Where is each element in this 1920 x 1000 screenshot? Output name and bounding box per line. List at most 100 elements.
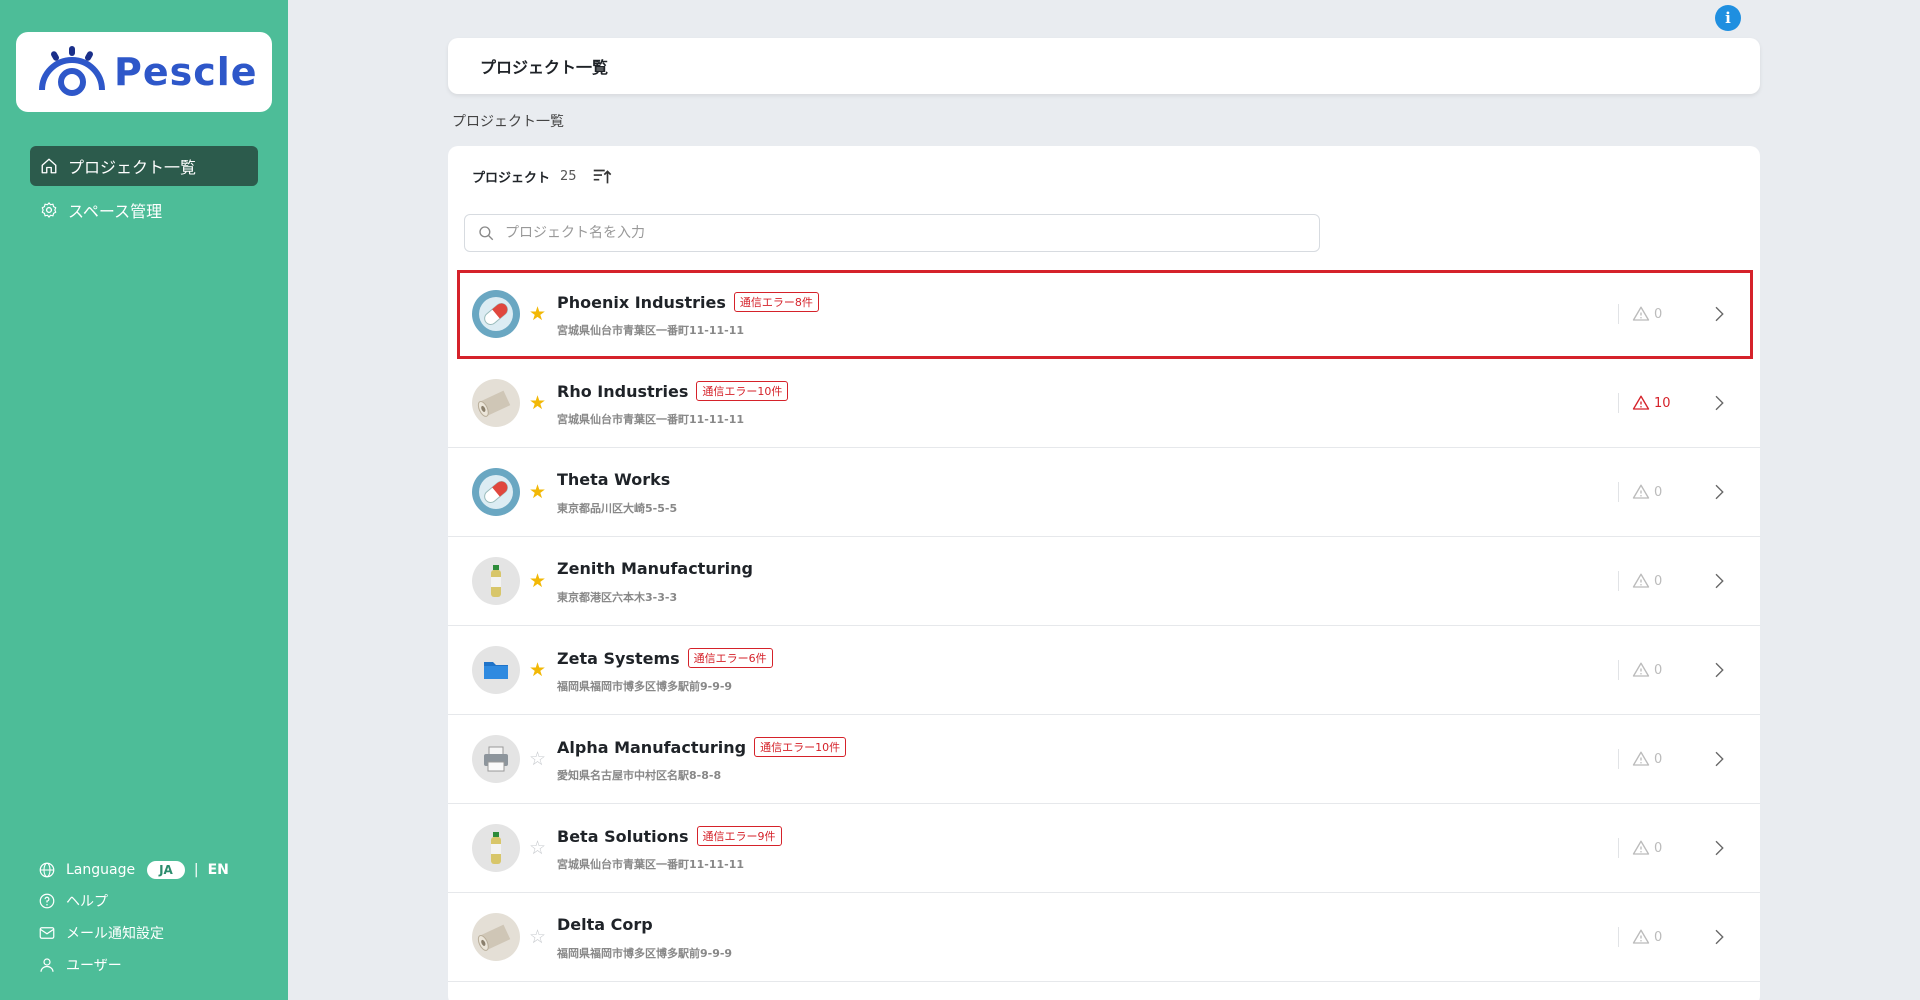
divider (1618, 927, 1619, 947)
lang-separator: | (193, 862, 199, 878)
chevron-right-icon[interactable] (1710, 661, 1728, 679)
nav-item-label: スペース管理 (68, 202, 163, 221)
project-address: 福岡県福岡市博多区博多駅前9-9-9 (557, 680, 733, 693)
pill-icon (472, 290, 520, 338)
project-name: Rho Industries (557, 381, 689, 401)
search-input[interactable] (505, 225, 1319, 241)
roll-icon (472, 379, 520, 427)
favorite-star-icon[interactable]: ★ (529, 392, 546, 414)
alert-count-value: 0 (1654, 840, 1663, 856)
project-address: 宮城県仙台市青葉区一番町11-11-11 (557, 413, 745, 426)
project-address: 宮城県仙台市青葉区一番町11-11-11 (557, 858, 745, 871)
alert-count: 0 (1632, 661, 1692, 679)
row-title: Delta Corp (557, 915, 653, 934)
project-row[interactable]: ★ Phoenix Industries 通信エラー8件 宮城県仙台市青葉区一番… (457, 270, 1753, 359)
project-list-card: プロジェクト 25 ★ Phoenix Industries 通信エラー8件 宮… (448, 146, 1760, 1000)
alert-count: 0 (1632, 483, 1692, 501)
chevron-right-icon[interactable] (1710, 483, 1728, 501)
chevron-right-icon[interactable] (1710, 305, 1728, 323)
project-name: Beta Solutions (557, 826, 689, 846)
globe-icon (39, 862, 55, 878)
project-row[interactable]: ★ Zenith Manufacturing 東京都港区六本木3-3-3 0 (448, 537, 1760, 626)
project-rows: ★ Phoenix Industries 通信エラー8件 宮城県仙台市青葉区一番… (448, 270, 1760, 982)
warning-icon (1632, 929, 1650, 944)
alert-count-value: 0 (1654, 751, 1663, 767)
sort-icon[interactable] (591, 165, 613, 187)
help-link[interactable]: ヘルプ (38, 890, 108, 912)
favorite-star-icon[interactable]: ★ (529, 570, 546, 592)
row-title: Theta Works (557, 470, 670, 489)
divider (1618, 749, 1619, 769)
printer-icon (472, 735, 520, 783)
breadcrumb: プロジェクト一覧 (452, 114, 564, 130)
bottle-icon (472, 557, 520, 605)
project-address: 愛知県名古屋市中村区名駅8-8-8 (557, 769, 722, 782)
info-button[interactable]: i (1715, 5, 1741, 31)
divider (1618, 571, 1619, 591)
mail-icon (39, 927, 55, 939)
divider (1618, 482, 1619, 502)
help-icon (39, 893, 55, 909)
home-icon (41, 158, 57, 174)
bottle-icon (472, 824, 520, 872)
lang-ja-button[interactable]: JA (147, 861, 185, 879)
favorite-star-icon[interactable]: ☆ (529, 926, 546, 948)
row-title: Zeta Systems 通信エラー6件 (557, 648, 773, 668)
divider (1618, 393, 1619, 413)
favorite-star-icon[interactable]: ☆ (529, 837, 546, 859)
chevron-right-icon[interactable] (1710, 839, 1728, 857)
row-title: Alpha Manufacturing 通信エラー10件 (557, 737, 847, 757)
project-name: Phoenix Industries (557, 292, 726, 312)
nav-item-label: プロジェクト一覧 (68, 158, 197, 177)
project-name: Delta Corp (557, 915, 653, 934)
alert-count-value: 0 (1654, 573, 1663, 589)
project-row[interactable]: ☆ Delta Corp 福岡県福岡市博多区博多駅前9-9-9 0 (448, 893, 1760, 982)
project-row[interactable]: ★ Theta Works 東京都品川区大崎5-5-5 0 (448, 448, 1760, 537)
project-row[interactable]: ☆ Alpha Manufacturing 通信エラー10件 愛知県名古屋市中村… (448, 715, 1760, 804)
language-switcher: Language JA | EN (38, 859, 229, 881)
chevron-right-icon[interactable] (1710, 572, 1728, 590)
favorite-star-icon[interactable]: ★ (529, 659, 546, 681)
alert-count-value: 0 (1654, 662, 1663, 678)
favorite-star-icon[interactable]: ★ (529, 303, 546, 325)
project-address: 宮城県仙台市青葉区一番町11-11-11 (557, 324, 745, 337)
page-header: プロジェクト一覧 (448, 38, 1760, 94)
user-label: ユーザー (66, 958, 122, 974)
list-heading: プロジェクト (472, 170, 551, 186)
warning-icon (1632, 306, 1650, 321)
chevron-right-icon[interactable] (1710, 928, 1728, 946)
logo-text: Pescle (114, 50, 258, 94)
project-address: 東京都品川区大崎5-5-5 (557, 502, 678, 515)
language-label: Language (66, 862, 136, 878)
lang-en-button[interactable]: EN (208, 862, 229, 878)
user-link[interactable]: ユーザー (38, 954, 122, 976)
favorite-star-icon[interactable]: ☆ (529, 748, 546, 770)
chevron-right-icon[interactable] (1710, 750, 1728, 768)
list-header: プロジェクト 25 (472, 164, 613, 188)
nav-item-project-list[interactable]: プロジェクト一覧 (30, 146, 258, 186)
alert-count-value: 0 (1654, 484, 1663, 500)
alert-count: 0 (1632, 928, 1692, 946)
project-row[interactable]: ★ Zeta Systems 通信エラー6件 福岡県福岡市博多区博多駅前9-9-… (448, 626, 1760, 715)
nav-item-space-management[interactable]: スペース管理 (30, 190, 258, 230)
mail-notification-link[interactable]: メール通知設定 (38, 922, 164, 944)
help-label: ヘルプ (66, 894, 108, 910)
project-name: Zeta Systems (557, 648, 680, 668)
divider (1618, 660, 1619, 680)
alert-count: 0 (1632, 572, 1692, 590)
search-icon (479, 226, 494, 241)
project-row[interactable]: ★ Rho Industries 通信エラー10件 宮城県仙台市青葉区一番町11… (448, 359, 1760, 448)
alert-count-value: 10 (1654, 395, 1671, 411)
error-badge: 通信エラー8件 (733, 292, 819, 312)
favorite-star-icon[interactable]: ★ (529, 481, 546, 503)
chevron-right-icon[interactable] (1710, 394, 1728, 412)
roll-icon (472, 913, 520, 961)
warning-icon (1632, 395, 1650, 410)
project-row[interactable]: ☆ Beta Solutions 通信エラー9件 宮城県仙台市青葉区一番町11-… (448, 804, 1760, 893)
project-address: 福岡県福岡市博多区博多駅前9-9-9 (557, 947, 733, 960)
alert-count-value: 0 (1654, 306, 1663, 322)
project-name: Zenith Manufacturing (557, 559, 753, 578)
logo[interactable]: Pescle (16, 32, 272, 112)
sidebar: Pescle プロジェクト一覧 スペース管理 Language JA | EN … (0, 0, 288, 1000)
warning-icon (1632, 662, 1650, 677)
